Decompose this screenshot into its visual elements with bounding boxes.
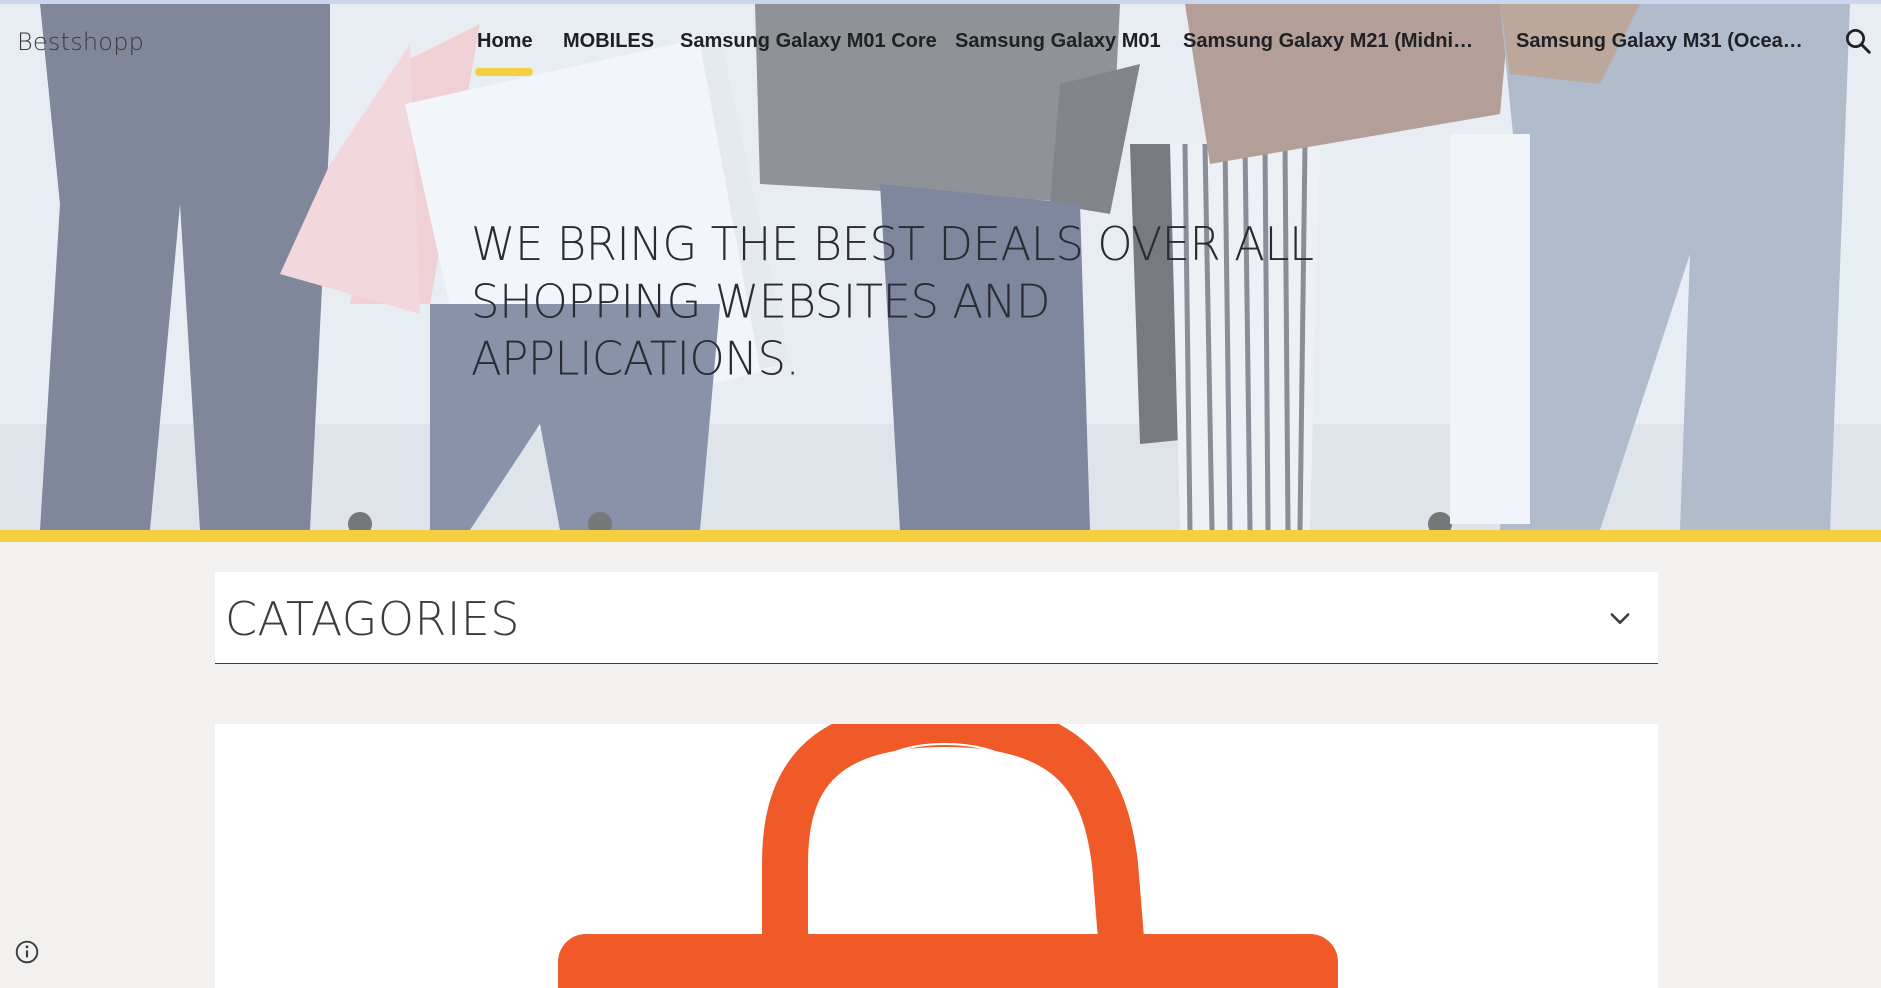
chevron-down-icon[interactable] xyxy=(1606,604,1634,632)
categories-collapsible[interactable]: CATAGORIES xyxy=(215,572,1658,664)
nav-item-galaxy-m21[interactable]: Samsung Galaxy M21 (Midnight Blue, 4GB R… xyxy=(1183,30,1479,53)
nav-item-home[interactable]: Home xyxy=(477,30,533,53)
site-header: Bestshopp Home MOBILES Samsung Galaxy M0… xyxy=(0,4,1881,76)
info-icon[interactable] xyxy=(14,939,40,965)
nav-item-galaxy-m01-core[interactable]: Samsung Galaxy M01 Core xyxy=(680,30,937,53)
site-title[interactable]: Bestshopp xyxy=(17,28,144,56)
nav-item-mobiles[interactable]: MOBILES xyxy=(563,30,654,53)
categories-title: CATAGORIES xyxy=(225,592,520,646)
nav-item-galaxy-m01[interactable]: Samsung Galaxy M01 xyxy=(955,30,1161,53)
shopping-bag-icon xyxy=(558,724,1338,988)
hero-banner: WE BRING THE BEST DEALS OVER ALL SHOPPIN… xyxy=(0,4,1881,530)
nav-active-indicator xyxy=(475,68,533,76)
search-icon[interactable] xyxy=(1843,26,1873,56)
hero-headline: WE BRING THE BEST DEALS OVER ALL SHOPPIN… xyxy=(471,217,1314,386)
nav-item-galaxy-m31[interactable]: Samsung Galaxy M31 (Ocean Blue, 6GB RAM,… xyxy=(1516,30,1814,53)
shopping-bag-image-card xyxy=(215,724,1658,988)
accent-bar xyxy=(0,530,1881,542)
